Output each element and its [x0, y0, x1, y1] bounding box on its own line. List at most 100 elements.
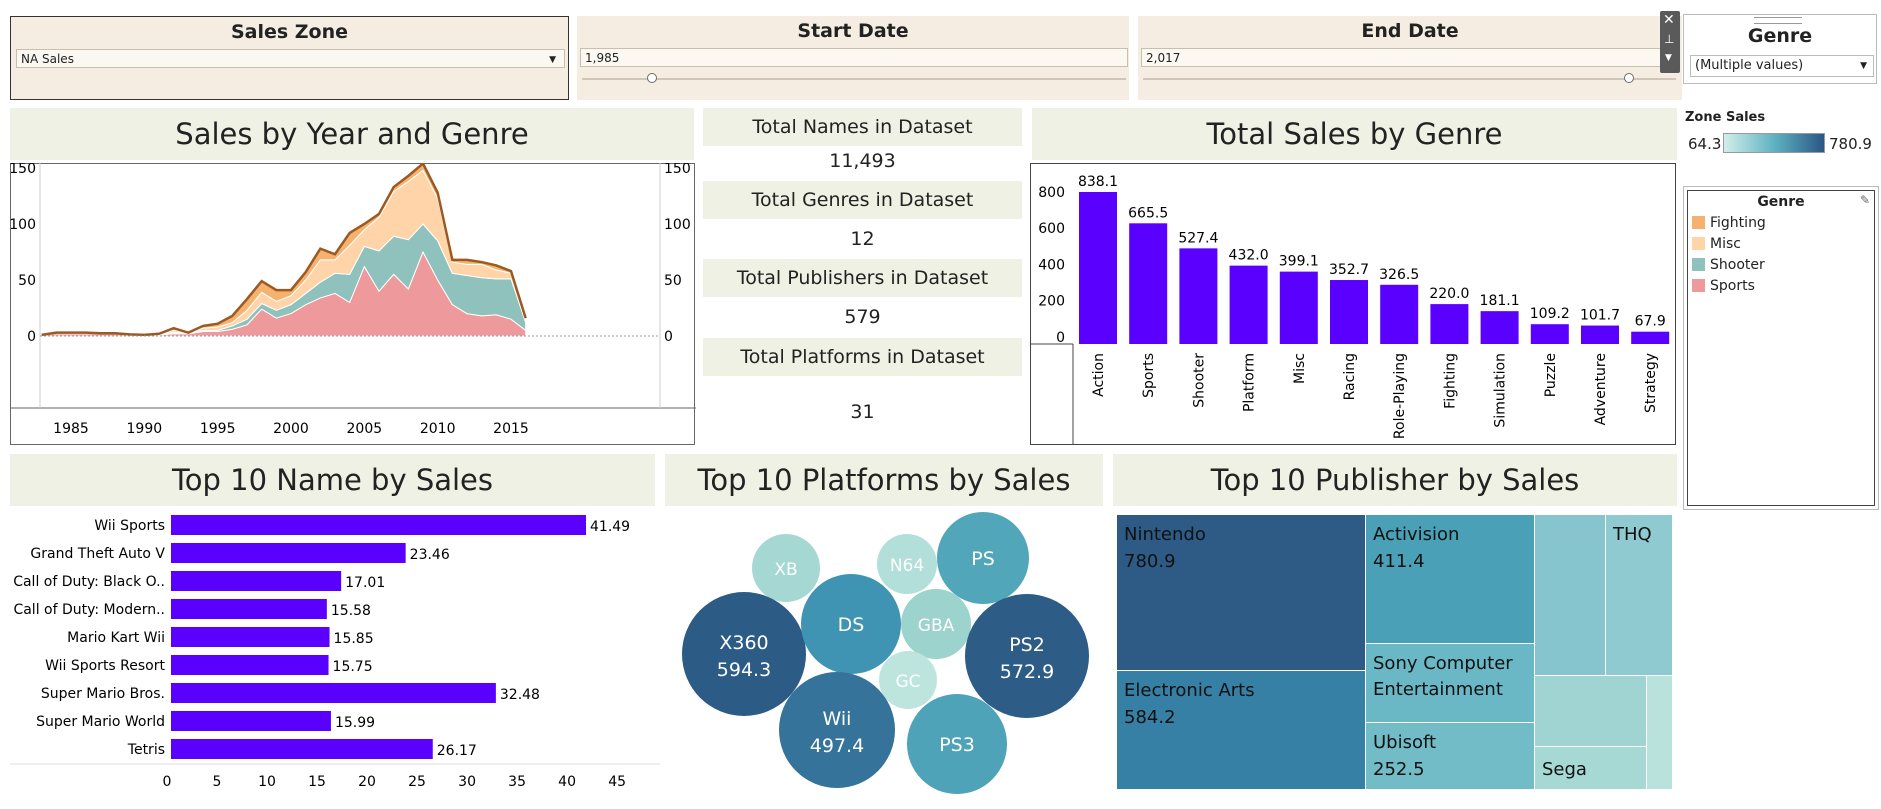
legend-item-misc[interactable]: Misc	[1692, 235, 1741, 253]
x-tick-label: 20	[358, 774, 376, 790]
top-platforms-title: Top 10 Platforms by Sales	[665, 454, 1103, 506]
sales-zone-dropdown[interactable]: NA Sales ▼	[16, 49, 565, 68]
x-tick-label: 35	[508, 774, 526, 790]
tile-label: THQ	[1612, 524, 1652, 545]
bar-data-label: 665.5	[1128, 205, 1168, 221]
y-tick-label: 0	[27, 329, 36, 345]
name-category-label: Tetris	[127, 742, 165, 758]
genre-bar	[1179, 248, 1218, 344]
area-chart: 1985 1990 1995 2000 2005 2010 2015 0 0 50 50 100 100…	[10, 163, 696, 445]
bubble-label: PS3	[939, 734, 975, 756]
name-category-label: Wii Sports	[94, 518, 165, 534]
name-data-label: 15.85	[334, 631, 374, 647]
tile-label: Nintendo	[1124, 524, 1206, 545]
genre-bar	[1079, 192, 1117, 344]
tile-value: 584.2	[1124, 707, 1176, 728]
name-bar	[171, 655, 329, 675]
kpi-platforms-label: Total Platforms in Dataset	[703, 338, 1022, 376]
edit-icon[interactable]: ✎	[1860, 193, 1870, 207]
end-date-input[interactable]: 2,017	[1141, 48, 1676, 67]
name-data-label: 15.75	[333, 659, 373, 675]
name-bar	[171, 683, 496, 703]
genre-bar	[1129, 223, 1168, 344]
y-tick-label: 100	[10, 217, 36, 233]
name-data-label: 17.01	[345, 575, 385, 591]
sales-by-year-title: Sales by Year and Genre	[10, 108, 694, 160]
close-icon[interactable]: ✕	[1663, 12, 1675, 28]
tile-label-line2: Entertainment	[1373, 679, 1503, 700]
y2-tick-label: 50	[664, 273, 682, 289]
legend-item-fighting[interactable]: Fighting	[1692, 214, 1766, 232]
kpi-publishers-label: Total Publishers in Dataset	[703, 259, 1022, 297]
tile-value: 411.4	[1373, 551, 1425, 572]
name-category-label: Super Mario World	[36, 714, 165, 730]
name-category-label: Call of Duty: Modern..	[13, 602, 165, 618]
y-tick-label: 200	[1038, 294, 1065, 310]
chevron-down-icon: ▼	[549, 55, 556, 65]
zone-sales-min: 64.3	[1688, 135, 1722, 153]
x-tick-label: 2005	[347, 421, 383, 437]
bar-data-label: 352.7	[1329, 262, 1369, 278]
genre-bar	[1480, 311, 1519, 344]
top-publishers-title: Top 10 Publisher by Sales	[1113, 454, 1677, 506]
kpi-genres-label: Total Genres in Dataset	[703, 181, 1022, 219]
bubble-value: 497.4	[810, 735, 864, 757]
name-data-label: 23.46	[410, 547, 450, 563]
sales-zone-value: NA Sales	[21, 52, 74, 66]
legend-swatch	[1692, 258, 1705, 271]
bubble-label: PS	[971, 548, 995, 570]
drag-handle[interactable]	[1754, 17, 1802, 24]
start-date-input[interactable]: 1,985	[580, 48, 1128, 67]
x-category-label: Puzzle	[1543, 353, 1559, 397]
bar-data-label: 109.2	[1530, 306, 1570, 322]
tile-label: Electronic Arts	[1124, 680, 1255, 701]
bubble-x360	[682, 592, 806, 716]
x-category-label: Platform	[1242, 353, 1258, 412]
tile-value: 780.9	[1124, 551, 1176, 572]
chevron-down-icon[interactable]: ▼	[1665, 53, 1672, 63]
end-date-slider-track[interactable]	[1143, 78, 1676, 80]
bubble-label: N64	[890, 556, 924, 576]
bar-data-label: 67.9	[1635, 314, 1666, 330]
start-date-slider-handle[interactable]	[647, 73, 657, 83]
zone-sales-title: Zone Sales	[1685, 110, 1766, 125]
chevron-down-icon: ▼	[1860, 61, 1867, 71]
tile-value: 252.5	[1373, 759, 1425, 780]
bubble-label: DS	[838, 614, 865, 636]
tile-label: Sony Computer	[1373, 653, 1513, 674]
name-bar	[171, 515, 586, 535]
bubble-label: GBA	[918, 616, 955, 636]
x-tick-label: 30	[458, 774, 476, 790]
kpi-publishers-value: 579	[844, 306, 881, 328]
x-category-label: Action	[1091, 353, 1107, 397]
zone-sales-legend: Zone Sales 64.3 780.9	[1683, 108, 1877, 158]
pin-icon[interactable]: ⊥	[1664, 32, 1674, 46]
x-tick-label: 2000	[273, 421, 309, 437]
genre-bar	[1279, 271, 1318, 344]
name-category-label: Mario Kart Wii	[67, 630, 165, 646]
bubble-label: GC	[895, 672, 920, 692]
x-category-label: Adventure	[1593, 353, 1609, 425]
y-tick-label: 50	[18, 273, 36, 289]
y-tick-label: 0	[1056, 330, 1065, 346]
legend-item-sports[interactable]: Sports	[1692, 277, 1755, 295]
top-names-chart: Wii Sports 41.49 Grand Theft Auto V 23.46 Ca…	[10, 515, 660, 790]
legend-item-shooter[interactable]: Shooter	[1692, 256, 1765, 274]
start-date-slider-track[interactable]	[582, 78, 1126, 80]
name-bar	[171, 599, 327, 619]
y-tick-label: 400	[1038, 257, 1065, 273]
genre-bar	[1530, 324, 1569, 344]
bar-data-label: 220.0	[1429, 286, 1469, 302]
genre-filter: Genre (Multiple values) ▼	[1683, 14, 1877, 84]
name-bar	[171, 571, 342, 591]
publisher-treemap: Nintendo 780.9 Electronic Arts 584.2 Activis…	[1117, 515, 1672, 789]
genre-dropdown[interactable]: (Multiple values) ▼	[1690, 55, 1874, 77]
tile-label: Ubisoft	[1373, 732, 1436, 753]
floating-toolbar: ✕ ⊥ ▼	[1660, 11, 1680, 73]
bar-data-label: 527.4	[1178, 230, 1218, 246]
kpi-genres-value: 12	[850, 228, 875, 250]
x-tick-label: 2010	[420, 421, 456, 437]
end-date-slider-handle[interactable]	[1624, 73, 1634, 83]
bar-data-label: 326.5	[1379, 267, 1419, 283]
legend-swatch	[1692, 237, 1705, 250]
